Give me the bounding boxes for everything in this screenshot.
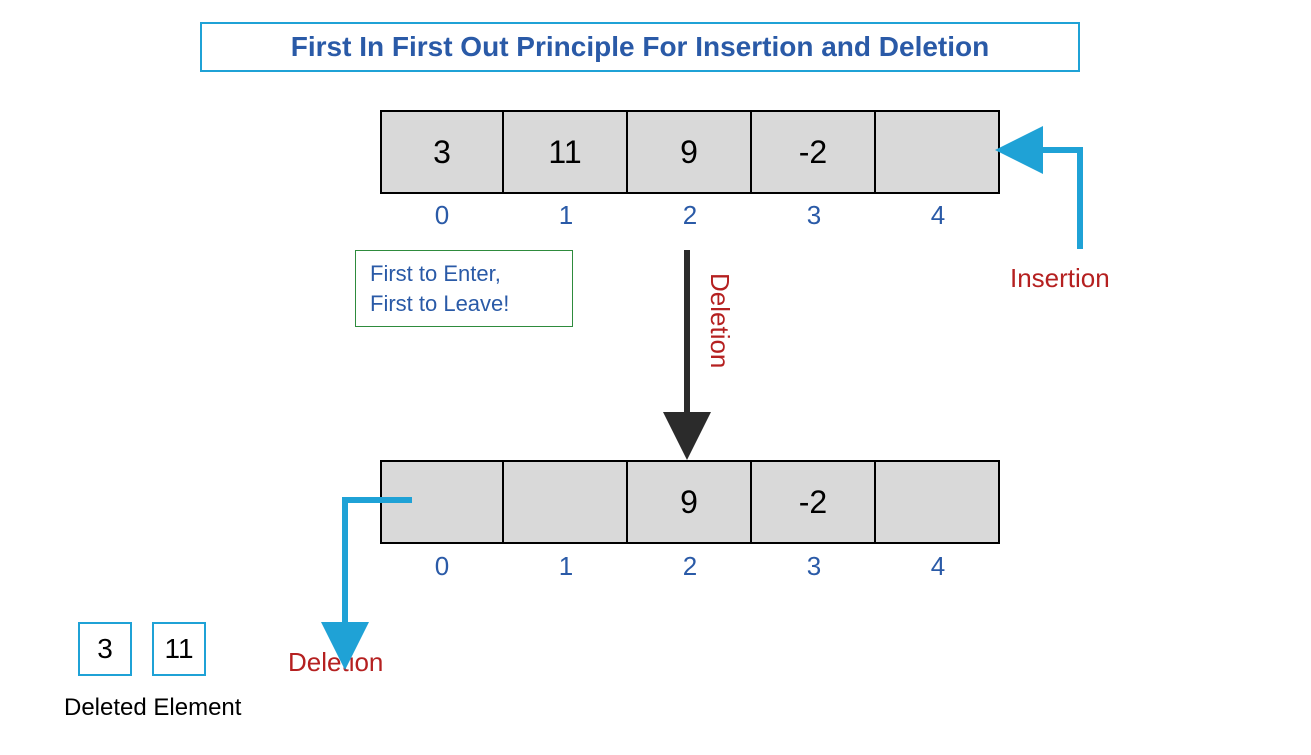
queue-top: 3 11 9 -2 [380, 110, 1000, 194]
fifo-note-line-1: First to Enter, [370, 259, 558, 289]
deleted-element-box-1: 3 [78, 622, 132, 676]
queue-top-cell-0: 3 [380, 112, 504, 192]
queue-bottom-index-0: 0 [380, 551, 504, 582]
queue-bottom-cell-4 [876, 462, 1000, 542]
queue-top-cell-1: 11 [504, 112, 628, 192]
queue-bottom-index-4: 4 [876, 551, 1000, 582]
deleted-element-label: Deleted Element [64, 694, 241, 722]
diagram-title: First In First Out Principle For Inserti… [200, 22, 1080, 72]
queue-top-indices: 0 1 2 3 4 [380, 200, 1000, 231]
queue-bottom-cell-0 [380, 462, 504, 542]
fifo-note-box: First to Enter, First to Leave! [355, 250, 573, 327]
fifo-note-line-2: First to Leave! [370, 289, 558, 319]
insertion-arrow-icon [1025, 150, 1080, 249]
queue-top-index-0: 0 [380, 200, 504, 231]
queue-bottom-cell-2: 9 [628, 462, 752, 542]
deletion-vertical-label: Deletion [704, 273, 735, 368]
queue-top-index-2: 2 [628, 200, 752, 231]
queue-bottom-cell-1 [504, 462, 628, 542]
queue-top-cell-3: -2 [752, 112, 876, 192]
queue-top-index-1: 1 [504, 200, 628, 231]
queue-bottom-index-1: 1 [504, 551, 628, 582]
queue-top-cell-2: 9 [628, 112, 752, 192]
queue-top-index-3: 3 [752, 200, 876, 231]
deleted-element-box-2: 11 [152, 622, 206, 676]
queue-bottom-index-2: 2 [628, 551, 752, 582]
queue-bottom-index-3: 3 [752, 551, 876, 582]
queue-bottom-cell-3: -2 [752, 462, 876, 542]
queue-top-cell-4 [876, 112, 1000, 192]
insertion-label: Insertion [1010, 263, 1110, 294]
deletion-bottom-label: Deletion [288, 647, 383, 678]
queue-top-index-4: 4 [876, 200, 1000, 231]
queue-bottom: 9 -2 [380, 460, 1000, 544]
queue-bottom-indices: 0 1 2 3 4 [380, 551, 1000, 582]
